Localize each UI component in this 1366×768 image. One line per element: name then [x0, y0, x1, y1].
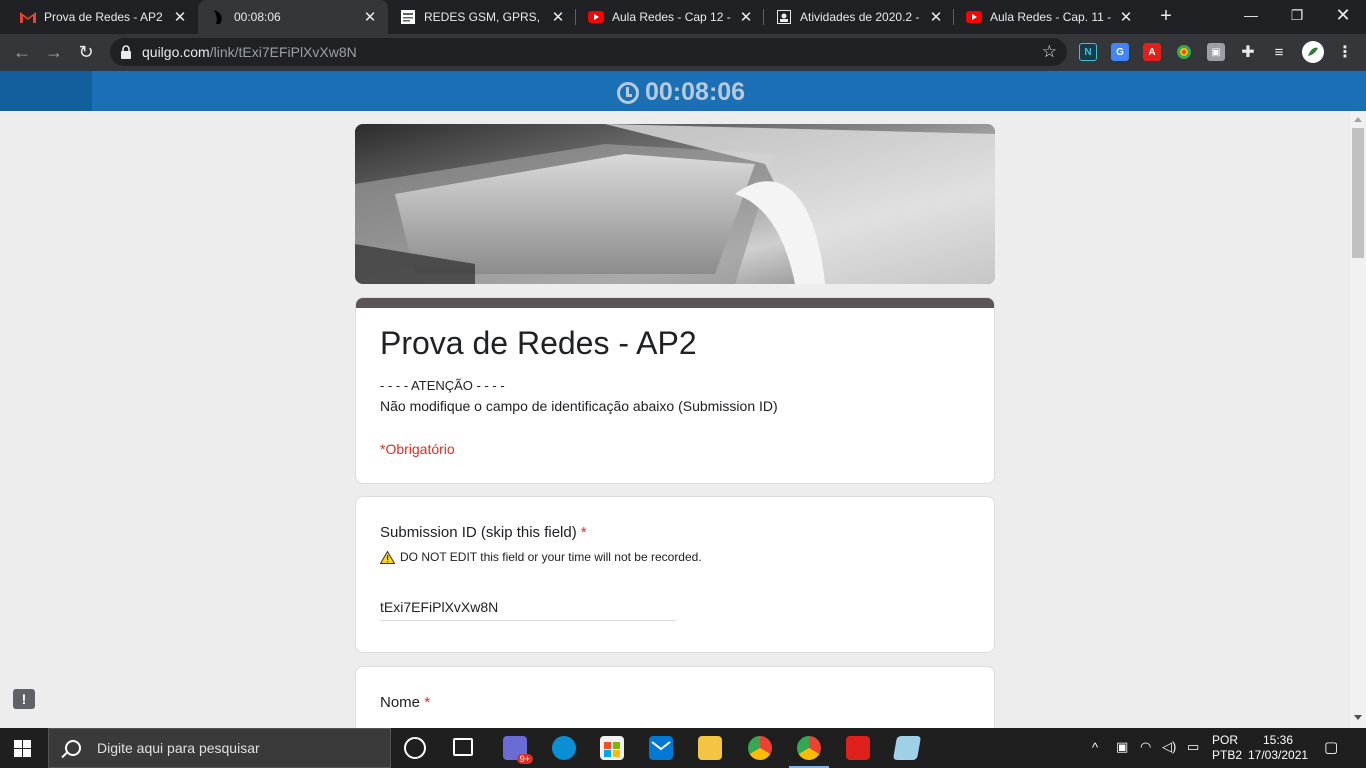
browser-tabstrip: Prova de Redes - AP2 - ✕ 00:08:06 ✕ REDE…: [0, 0, 1366, 34]
volume-icon[interactable]: ◁): [1162, 739, 1176, 755]
warning-icon: [380, 550, 395, 564]
close-tab-icon[interactable]: ✕: [362, 8, 378, 26]
reload-button[interactable]: ↻: [74, 40, 98, 64]
required-note: *Obrigatório: [380, 441, 455, 457]
teams-icon[interactable]: 9+: [503, 736, 533, 764]
close-window-button[interactable]: ✕: [1320, 0, 1366, 34]
countdown-timer: 00:08:06: [617, 78, 745, 107]
tab-redes-gsm[interactable]: REDES GSM, GPRS, EDG ✕: [388, 0, 576, 34]
windows-start-icon[interactable]: [14, 740, 32, 757]
close-tab-icon[interactable]: ✕: [550, 8, 566, 26]
tab-gmail[interactable]: Prova de Redes - AP2 - ✕: [8, 0, 198, 34]
browser-toolbar: ← → ↻ quilgo.com/link/tExi7EFiPlXvXw8N ☆…: [0, 34, 1366, 71]
form-header-card: Prova de Redes - AP2 - - - - ATENÇÃO - -…: [355, 297, 995, 484]
tab-title: Aula Redes - Cap 12 - A: [612, 10, 732, 24]
report-feedback-icon[interactable]: !: [13, 689, 35, 709]
acrobat-icon[interactable]: [846, 736, 870, 760]
scrollbar-thumb[interactable]: [1352, 128, 1364, 258]
chrome-icon[interactable]: [748, 736, 772, 760]
question-card-nome: Nome *: [355, 666, 995, 728]
tab-atividades[interactable]: Atividades de 2020.2 - I ✕: [764, 0, 954, 34]
close-tab-icon[interactable]: ✕: [928, 8, 944, 26]
classroom-icon: [776, 9, 792, 25]
timer-bar: 00:08:06: [0, 71, 1366, 111]
media-control-icon[interactable]: ≡: [1270, 43, 1288, 61]
tab-aula-cap12[interactable]: Aula Redes - Cap 12 - A ✕: [576, 0, 764, 34]
tab-title: Prova de Redes - AP2 -: [44, 10, 166, 24]
tab-title: 00:08:06: [234, 10, 281, 24]
chrome-profile-icon[interactable]: [797, 736, 821, 760]
windows-taskbar: Digite aqui para pesquisar 9+ ^ ▣ ◠ ◁) ▭…: [0, 728, 1366, 768]
page-scrollbar[interactable]: [1350, 111, 1366, 728]
adobe-acrobat-icon[interactable]: A: [1143, 43, 1161, 61]
tab-title: Atividades de 2020.2 - I: [800, 10, 922, 24]
form-title: Prova de Redes - AP2: [380, 325, 697, 361]
header-accent-bar: [356, 298, 994, 308]
mail-icon[interactable]: [649, 736, 673, 760]
url-text: quilgo.com/link/tExi7EFiPlXvXw8N: [142, 44, 357, 60]
tab-title: Aula Redes - Cap. 11 - I: [990, 10, 1112, 24]
close-tab-icon[interactable]: ✕: [172, 8, 188, 26]
battery-icon[interactable]: ▭: [1187, 739, 1199, 755]
profile-avatar[interactable]: [1302, 41, 1324, 63]
search-icon: [65, 740, 81, 756]
input-language[interactable]: POR PTB2: [1212, 733, 1242, 763]
file-explorer-icon[interactable]: [698, 736, 722, 760]
youtube-icon: [588, 9, 604, 25]
submission-id-input[interactable]: tExi7EFiPlXvXw8N: [380, 599, 676, 621]
extension-n-icon[interactable]: N: [1079, 43, 1097, 61]
extension-colorful-icon[interactable]: [1175, 43, 1193, 61]
minimize-button[interactable]: —: [1228, 0, 1274, 34]
edge-icon[interactable]: [552, 736, 576, 760]
close-tab-icon[interactable]: ✕: [1118, 8, 1134, 26]
new-tab-button[interactable]: +: [1155, 5, 1177, 27]
store-icon[interactable]: [600, 736, 624, 760]
header-image-book: [355, 124, 995, 284]
tab-timer[interactable]: 00:08:06 ✕: [198, 0, 388, 34]
wifi-icon[interactable]: ◠: [1140, 739, 1151, 755]
question-label: Submission ID (skip this field) *: [380, 524, 587, 541]
question-label: Nome *: [380, 694, 431, 711]
lock-icon: [121, 45, 131, 59]
form-description-instruction: Não modifique o campo de identificação a…: [380, 398, 778, 414]
google-translate-icon[interactable]: G: [1111, 43, 1129, 61]
form-description-attention: - - - - ATENÇÃO - - - -: [380, 378, 505, 393]
quilgo-icon: [210, 9, 226, 25]
restore-button[interactable]: ❐: [1274, 0, 1320, 34]
taskbar-search-box[interactable]: Digite aqui para pesquisar: [48, 728, 391, 768]
task-view-icon[interactable]: [453, 738, 473, 756]
clock-date[interactable]: 15:36 17/03/2021: [1248, 733, 1308, 763]
address-bar[interactable]: quilgo.com/link/tExi7EFiPlXvXw8N ☆: [110, 38, 1067, 66]
close-tab-icon[interactable]: ✕: [738, 8, 754, 26]
youtube-icon: [966, 9, 982, 25]
forward-button[interactable]: →: [42, 40, 66, 64]
meet-now-icon[interactable]: ▣: [1116, 739, 1128, 755]
tab-aula-cap11[interactable]: Aula Redes - Cap. 11 - I ✕: [954, 0, 1144, 34]
extension-gray-icon[interactable]: ▣: [1207, 43, 1225, 61]
extensions-puzzle-icon[interactable]: ✚: [1239, 43, 1257, 61]
clock-icon: [617, 81, 639, 104]
gmail-icon: [20, 9, 36, 25]
cortana-icon[interactable]: [404, 737, 426, 759]
browser-menu-icon[interactable]: ⋮: [1336, 43, 1354, 61]
bookmark-star-icon[interactable]: ☆: [1042, 42, 1057, 62]
back-button[interactable]: ←: [10, 40, 34, 64]
tab-title: REDES GSM, GPRS, EDG: [424, 10, 544, 24]
document-icon: [400, 9, 416, 25]
show-hidden-icons[interactable]: ^: [1092, 740, 1098, 755]
form-page: Prova de Redes - AP2 - - - - ATENÇÃO - -…: [0, 111, 1350, 728]
question-card-submission-id: Submission ID (skip this field) * DO NOT…: [355, 496, 995, 653]
notepad-icon[interactable]: [892, 736, 922, 760]
warning-text: DO NOT EDIT this field or your time will…: [380, 550, 702, 564]
notifications-icon[interactable]: ▢: [1324, 738, 1338, 756]
